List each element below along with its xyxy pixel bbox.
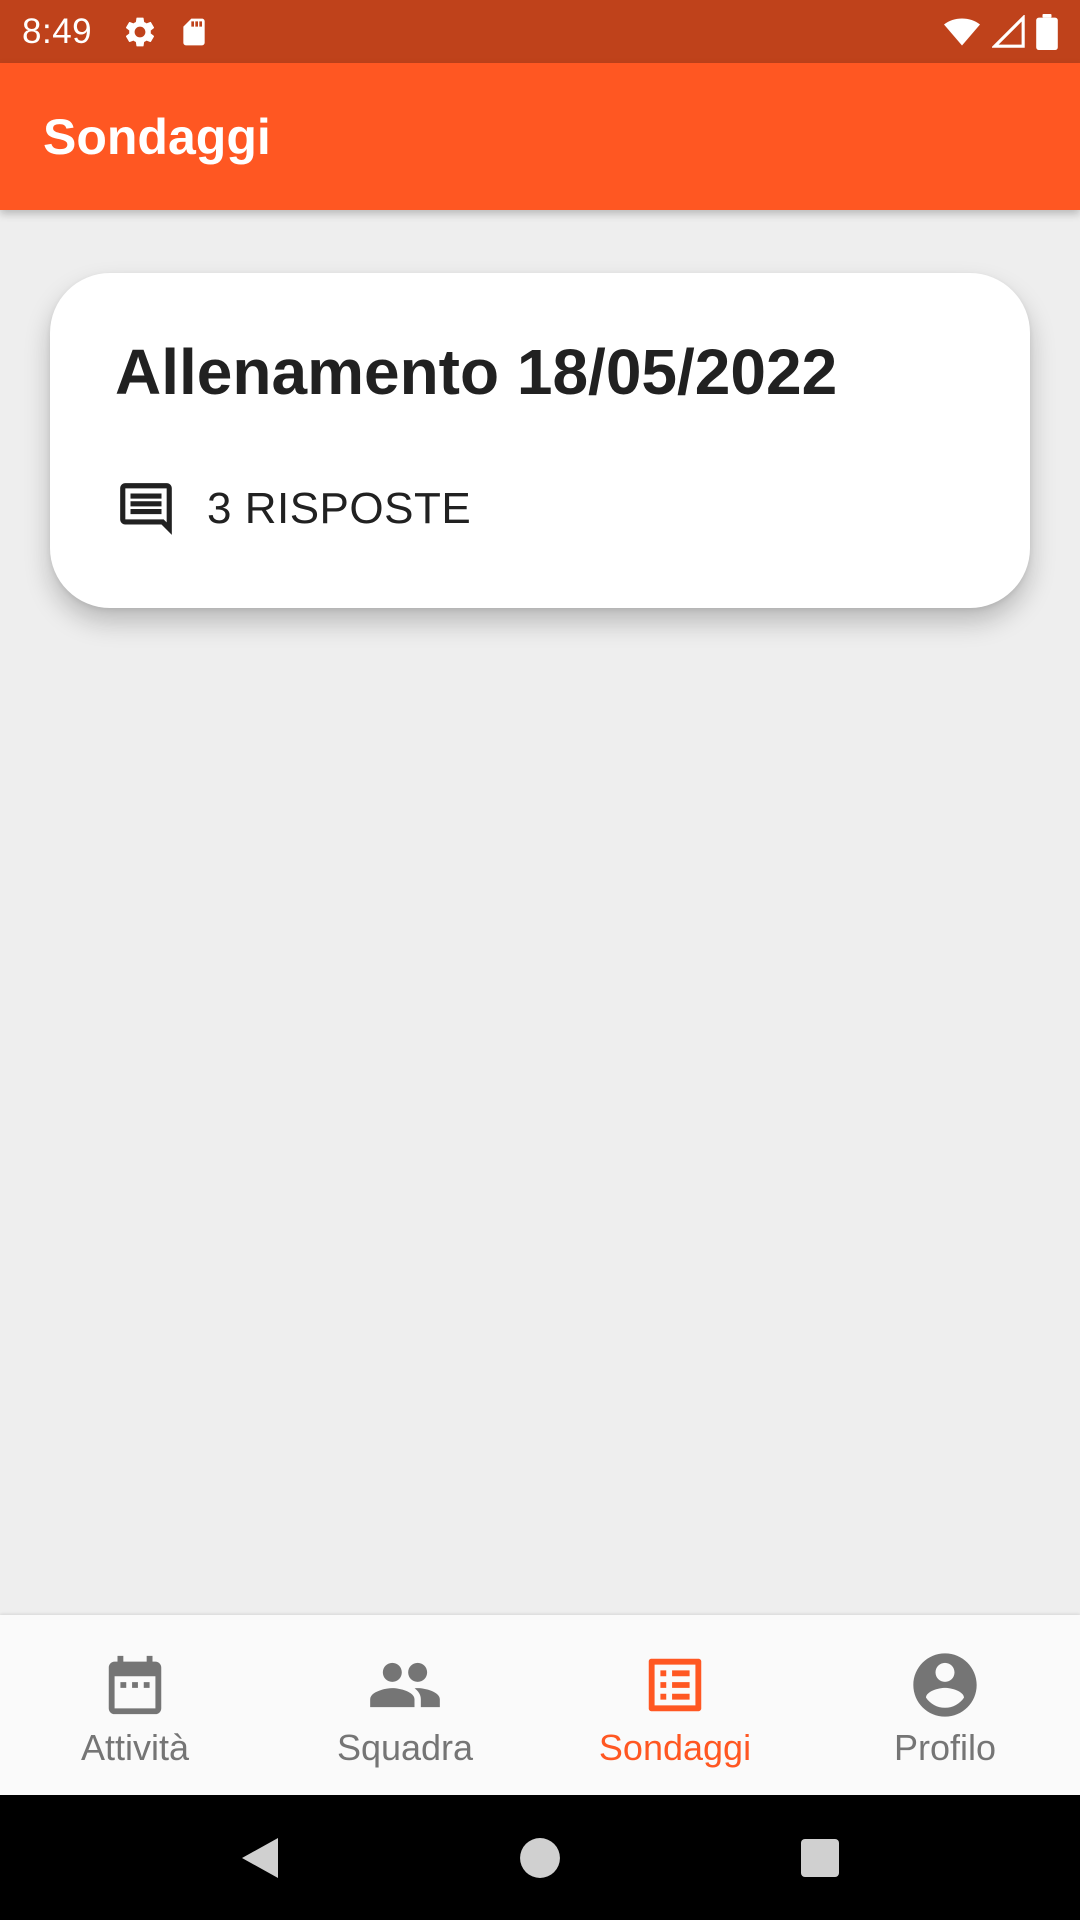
app-bar: Sondaggi	[0, 63, 1080, 210]
recents-icon[interactable]	[780, 1818, 860, 1898]
poll-list: Allenamento 18/05/2022 3 RISPOSTE	[0, 210, 1080, 1615]
group-icon	[367, 1647, 443, 1723]
poll-responses: 3 RISPOSTE	[115, 478, 471, 540]
account-circle-icon	[907, 1647, 983, 1723]
back-icon[interactable]	[220, 1818, 300, 1898]
status-time: 8:49	[22, 11, 93, 51]
battery-icon	[1036, 13, 1058, 50]
nav-item-attivita[interactable]: Attività	[0, 1615, 270, 1795]
sd-card-icon	[178, 14, 210, 50]
settings-icon	[122, 14, 158, 50]
nav-item-profilo[interactable]: Profilo	[810, 1615, 1080, 1795]
page-title: Sondaggi	[43, 108, 271, 165]
status-left-icons	[122, 14, 210, 50]
responses-count: 3 RISPOSTE	[207, 484, 472, 533]
nav-label-sondaggi: Sondaggi	[598, 1727, 752, 1768]
system-nav-bar	[0, 1795, 1080, 1920]
comment-icon	[115, 478, 177, 540]
signal-icon	[992, 14, 1026, 49]
wifi-icon	[942, 14, 982, 50]
status-bar: 8:49	[0, 0, 1080, 63]
nav-item-squadra[interactable]: Squadra	[270, 1615, 540, 1795]
calendar-icon	[97, 1647, 173, 1723]
nav-label-attivita: Attività	[80, 1727, 190, 1768]
nav-item-sondaggi[interactable]: Sondaggi	[540, 1615, 810, 1795]
nav-label-squadra: Squadra	[336, 1727, 474, 1768]
poll-card[interactable]: Allenamento 18/05/2022 3 RISPOSTE	[50, 273, 1030, 608]
nav-label-profilo: Profilo	[893, 1727, 997, 1768]
poll-title: Allenamento 18/05/2022	[115, 336, 838, 408]
home-icon[interactable]	[500, 1818, 580, 1898]
bottom-nav: Attività Squadra Sondaggi Profilo	[0, 1615, 1080, 1795]
poll-list-icon	[637, 1647, 713, 1723]
status-right-icons	[942, 13, 1058, 50]
